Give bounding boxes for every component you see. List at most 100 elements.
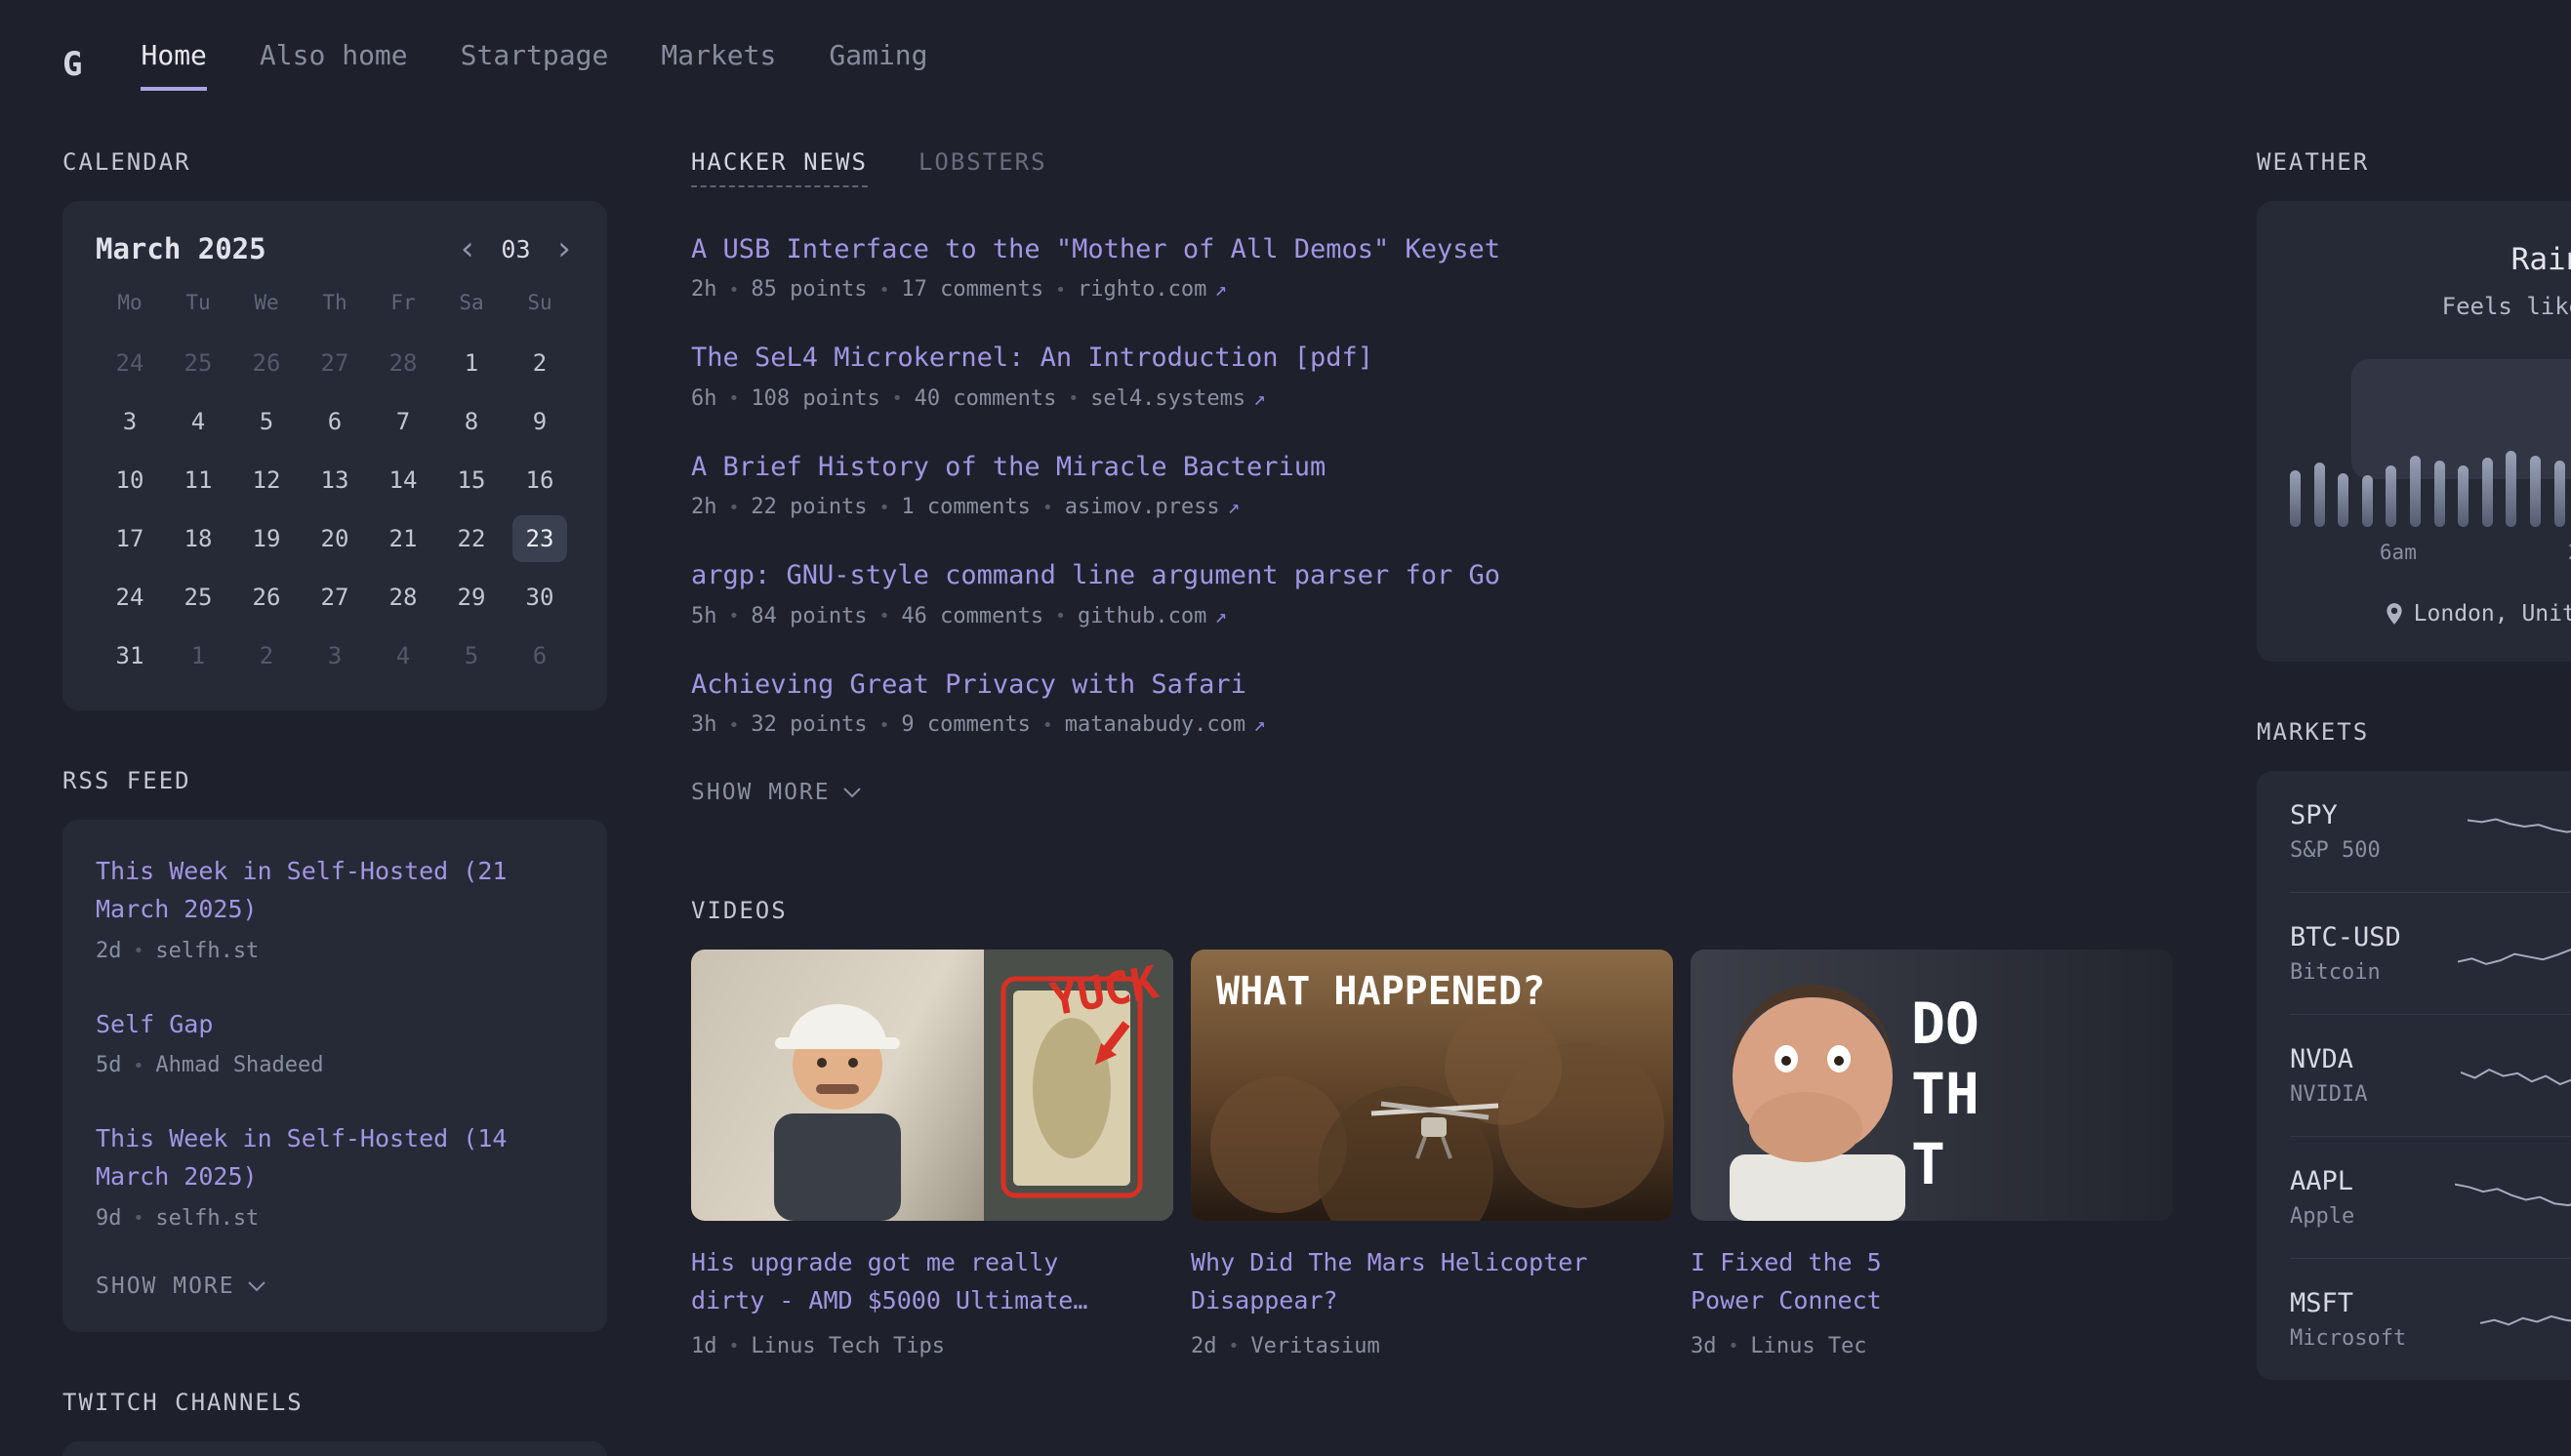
calendar-day: 18	[171, 515, 225, 562]
market-row-nvda[interactable]: NVDANVIDIA-0.70%$117.70	[2290, 1014, 2571, 1136]
calendar-day-cell: 7	[369, 392, 437, 451]
calendar-day-cell: 8	[437, 392, 506, 451]
rss-item-source: selfh.st	[155, 939, 259, 963]
rss-item-source: selfh.st	[155, 1206, 259, 1231]
news-item-source-link[interactable]: righto.com↗	[1078, 277, 1227, 302]
news-item-comments: 46 comments	[901, 604, 1043, 628]
calendar-day: 12	[239, 457, 294, 504]
market-row-spy[interactable]: SPYS&P 500-0.27%$563.98	[2290, 771, 2571, 892]
news-item-age: 6h	[691, 386, 717, 411]
separator-dot: •	[729, 606, 740, 627]
news-item-source-link[interactable]: asimov.press↗	[1065, 495, 1241, 519]
calendar-day: 3	[307, 632, 362, 679]
rss-show-more-button[interactable]: SHOW MORE	[96, 1252, 266, 1320]
weather-temp-bar	[2506, 451, 2516, 527]
nav-tab-markets[interactable]: Markets	[661, 39, 776, 91]
calendar-day: 7	[376, 398, 430, 445]
rss-item-title[interactable]: Self Gap	[96, 1006, 574, 1044]
weather-temp-bar	[2338, 473, 2348, 527]
svg-text:TH: TH	[1911, 1061, 1979, 1127]
news-item-source-link[interactable]: matanabudy.com↗	[1065, 712, 1266, 737]
calendar-day-cell: 1	[437, 334, 506, 392]
weather-temp-bar	[2434, 461, 2445, 527]
calendar-day-cell: 29	[437, 568, 506, 627]
market-row-msft[interactable]: MSFTMicrosoft+1.14%$391.26	[2290, 1258, 2571, 1380]
nav-tab-gaming[interactable]: Gaming	[829, 39, 927, 91]
calendar-section-title: CALENDAR	[62, 148, 607, 176]
video-thumbnail[interactable]: YUCK	[691, 950, 1173, 1221]
news-show-more-button[interactable]: SHOW MORE	[691, 776, 862, 805]
nav-tab-home[interactable]: Home	[141, 39, 206, 91]
video-thumbnail[interactable]: WHAT HAPPENED?	[1191, 950, 1673, 1221]
weather-temp-bar	[2458, 465, 2469, 527]
news-item-meta: 6h•108 points•40 comments•sel4.systems↗	[691, 386, 2173, 411]
chevron-down-icon	[247, 1280, 266, 1292]
news-item-title[interactable]: A USB Interface to the "Mother of All De…	[691, 234, 1500, 264]
news-item-points: 32 points	[751, 712, 867, 737]
news-item-age: 5h	[691, 604, 717, 628]
news-item-source-link[interactable]: sel4.systems↗	[1090, 386, 1266, 411]
news-item-title[interactable]: Achieving Great Privacy with Safari	[691, 669, 1246, 700]
market-row-btc-usd[interactable]: BTC-USDBitcoin+1.39%$84,999.29	[2290, 892, 2571, 1014]
news-tab-lobsters[interactable]: LOBSTERS	[918, 148, 1047, 187]
market-info: SPYS&P 500	[2290, 800, 2450, 863]
rss-item-title[interactable]: This Week in Self-Hosted (14 March 2025)	[96, 1120, 574, 1196]
market-row-aapl[interactable]: AAPLApple+1.95%$218.27	[2290, 1136, 2571, 1258]
nav-tab-startpage[interactable]: Startpage	[461, 39, 609, 91]
external-link-icon: ↗	[1214, 277, 1227, 301]
news-item-points: 84 points	[751, 604, 867, 628]
calendar-day: 6	[307, 398, 362, 445]
rss-item-title[interactable]: This Week in Self-Hosted (21 March 2025)	[96, 853, 574, 929]
calendar-day: 27	[307, 340, 362, 386]
video-title[interactable]: I Fixed the 5Power Connect	[1691, 1244, 2173, 1320]
calendar-next-button[interactable]: ›	[554, 232, 574, 265]
news-item-title[interactable]: The SeL4 Microkernel: An Introduction [p…	[691, 343, 1373, 373]
calendar-weekday-row: MoTuWeThFrSaSu	[96, 291, 574, 334]
calendar-day-cell: 5	[232, 392, 301, 451]
video-card: YUCK His upgrade got me reallydirty - AM…	[691, 950, 1173, 1358]
calendar-day: 23	[512, 515, 567, 562]
news-item-title[interactable]: A Brief History of the Miracle Bacterium	[691, 452, 1326, 482]
video-age: 3d	[1691, 1334, 1717, 1358]
calendar-day: 28	[376, 340, 430, 386]
calendar-day: 3	[102, 398, 157, 445]
nav-tab-also-home[interactable]: Also home	[260, 39, 408, 91]
calendar-day-cell: 11	[164, 451, 232, 509]
news-item-title[interactable]: argp: GNU-style command line argument pa…	[691, 560, 1500, 590]
rss-item: This Week in Self-Hosted (21 March 2025)…	[96, 831, 574, 985]
calendar-weekday: Tu	[164, 291, 232, 334]
weather-time-label: 2pm	[2568, 541, 2571, 564]
video-thumbnail[interactable]: DO TH T	[1691, 950, 2173, 1221]
market-sparkline	[2458, 926, 2571, 981]
videos-section-title: VIDEOS	[691, 897, 2173, 924]
calendar-day: 1	[171, 632, 225, 679]
calendar-day: 4	[171, 398, 225, 445]
calendar-day-cell: 2	[232, 627, 301, 685]
calendar-weekday: Th	[301, 291, 369, 334]
weather-chart: 12°	[2290, 355, 2571, 527]
top-nav: G Home Also home Startpage Markets Gaming	[62, 0, 2534, 129]
markets-widget: SPYS&P 500-0.27%$563.98BTC-USDBitcoin+1.…	[2257, 771, 2571, 1380]
calendar-prev-button[interactable]: ‹	[458, 232, 477, 265]
calendar-controls: ‹ 03 ›	[458, 232, 574, 265]
app-logo[interactable]: G	[62, 45, 82, 84]
separator-dot: •	[1068, 388, 1079, 409]
weather-temp-bar	[2386, 465, 2396, 527]
weather-temp-bar	[2554, 461, 2565, 527]
video-title[interactable]: His upgrade got me reallydirty - AMD $50…	[691, 1244, 1173, 1320]
video-title[interactable]: Why Did The Mars HelicopterDisappear?	[1191, 1244, 1673, 1320]
calendar-day: 29	[444, 574, 499, 621]
weather-section-title: WEATHER	[2257, 148, 2571, 176]
news-tab-hacker-news[interactable]: HACKER NEWS	[691, 148, 868, 187]
news-item-source-link[interactable]: github.com↗	[1078, 604, 1227, 628]
news-show-more-label: SHOW MORE	[691, 780, 831, 805]
calendar-day: 21	[376, 515, 430, 562]
calendar-day: 22	[444, 515, 499, 562]
calendar-day-cell: 9	[506, 392, 574, 451]
market-name: Microsoft	[2290, 1326, 2463, 1351]
calendar-widget: March 2025 ‹ 03 › MoTuWeThFrSaSu 2425262…	[62, 201, 607, 710]
news-item-source: matanabudy.com	[1065, 712, 1245, 737]
calendar-day: 17	[102, 515, 157, 562]
calendar-day: 26	[239, 574, 294, 621]
calendar-day-cell: 10	[96, 451, 164, 509]
